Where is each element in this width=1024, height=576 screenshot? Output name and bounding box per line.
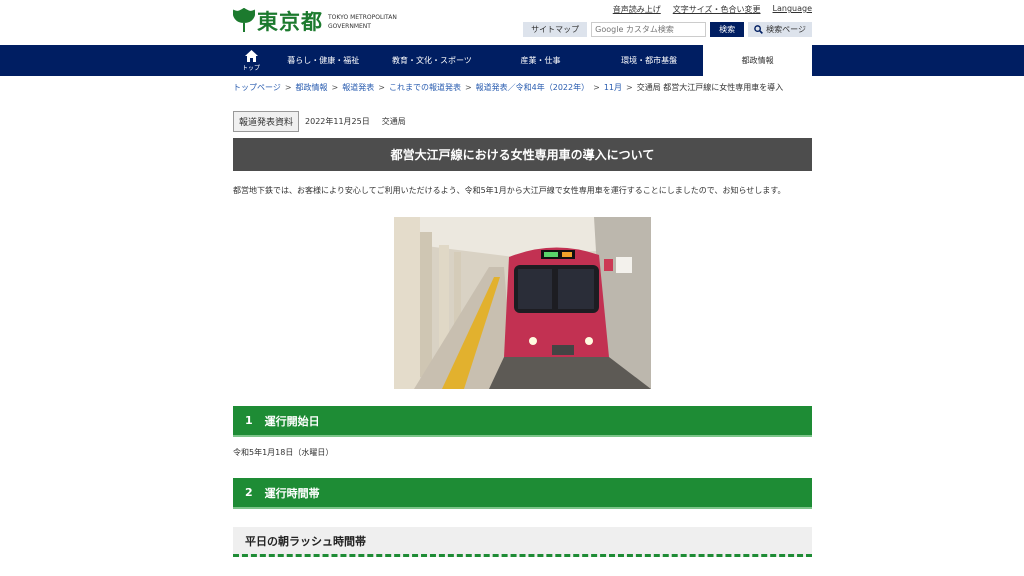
text-size-link[interactable]: 文字サイズ・色合い変更 [673,4,761,15]
nav-education[interactable]: 教育・文化・スポーツ [378,45,487,76]
sub-heading: 平日の朝ラッシュ時間帯 [233,527,812,557]
tokyo-logo[interactable]: 東京都 TOKYO METROPOLITAN GOVERNMENT [233,6,397,36]
nav-government[interactable]: 都政情報 [703,45,812,76]
search-page-button[interactable]: 検索ページ [748,22,812,37]
press-meta: 報道発表資料 2022年11月25日 交通局 [233,111,812,132]
search-input[interactable] [591,22,707,37]
ginkgo-leaf-icon [233,8,255,32]
top-utility-links: 音声読み上げ 文字サイズ・色合い変更 Language [613,4,812,15]
search-button[interactable]: 検索 [710,22,745,37]
nav-environment[interactable]: 環境・都市基盤 [595,45,704,76]
nav-home[interactable]: トップ [233,45,269,76]
press-date: 2022年11月25日 [305,117,370,126]
breadcrumb-link[interactable]: 報道発表／令和4年（2022年） [476,83,589,92]
home-icon [244,49,258,62]
logo-english: TOKYO METROPOLITAN GOVERNMENT [328,14,397,30]
breadcrumb: トップページ > 都政情報 > 報道発表 > これまでの報道発表 > 報道発表／令和4年（202… [233,83,784,92]
section-heading-1: 1 運行開始日 [233,406,812,437]
logo-text: 東京都 [257,10,323,34]
press-release-tag: 報道発表資料 [233,111,300,132]
breadcrumb-link[interactable]: 都政情報 [296,83,328,92]
read-aloud-link[interactable]: 音声読み上げ [613,4,661,15]
search-row: サイトマップ 検索 検索ページ [523,22,812,37]
magnifier-icon [754,25,764,34]
section-1-text: 令和5年1月18日（水曜日） [233,448,334,457]
sitemap-button[interactable]: サイトマップ [523,22,588,37]
intro-text: 都営地下鉄では、お客様により安心してご利用いただけるよう、令和5年1月から大江戸… [233,186,786,195]
breadcrumb-link[interactable]: これまでの報道発表 [389,83,461,92]
breadcrumb-link[interactable]: 報道発表 [342,83,374,92]
nav-living[interactable]: 暮らし・健康・福祉 [269,45,378,76]
train-photo [394,217,651,389]
section-heading-2: 2 運行時間帯 [233,478,812,509]
press-bureau: 交通局 [381,117,406,126]
breadcrumb-link[interactable]: トップページ [233,83,281,92]
language-link[interactable]: Language [773,4,812,15]
page-title: 都営大江戸線における女性専用車の導入について [233,138,812,171]
breadcrumb-current: 交通局 都営大江戸線に女性専用車を導入 [636,83,784,92]
nav-industry[interactable]: 産業・仕事 [486,45,595,76]
global-nav: トップ 暮らし・健康・福祉 教育・文化・スポーツ 産業・仕事 環境・都市基盤 都… [0,45,1024,76]
breadcrumb-link[interactable]: 11月 [604,83,622,92]
